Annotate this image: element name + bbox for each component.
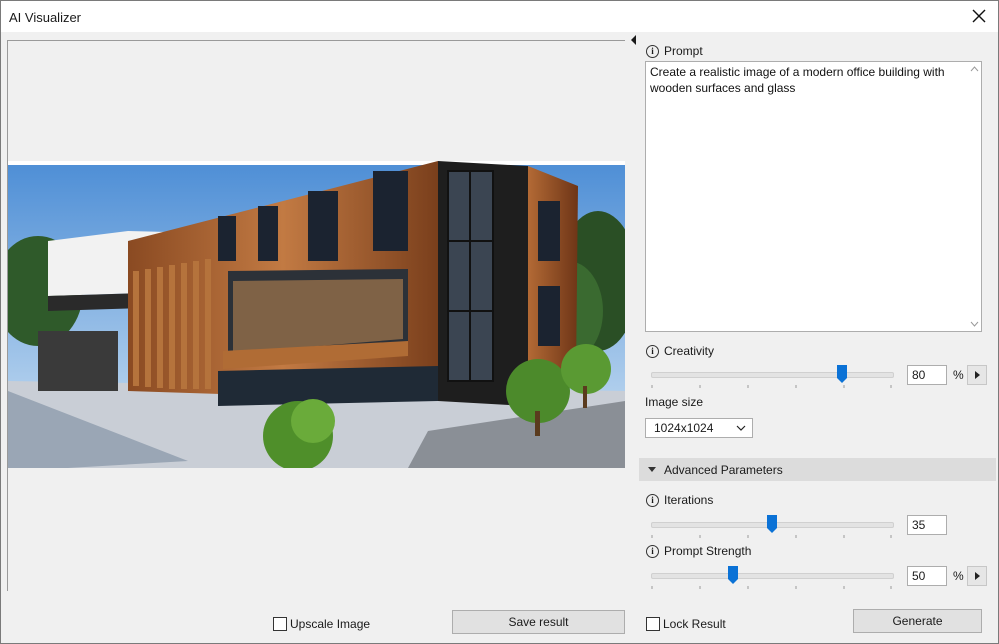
- advanced-parameters-label: Advanced Parameters: [664, 463, 783, 477]
- creativity-step-right-icon[interactable]: [967, 365, 987, 385]
- save-result-button[interactable]: Save result: [452, 610, 625, 634]
- prompt-strength-value-input[interactable]: 50: [907, 566, 947, 586]
- upscale-checkbox[interactable]: [273, 617, 287, 631]
- image-size-value: 1024x1024: [654, 421, 714, 435]
- ai-visualizer-window: AI Visualizer Upscale Image Save result …: [0, 0, 999, 644]
- image-size-label: Image size: [645, 395, 704, 409]
- info-icon[interactable]: i: [646, 494, 659, 507]
- prompt-input[interactable]: Create a realistic image of a modern off…: [645, 61, 982, 332]
- close-icon[interactable]: [969, 6, 989, 26]
- preview-panel: Upscale Image Save result: [1, 32, 632, 643]
- iterations-value-input[interactable]: 35: [907, 515, 947, 535]
- window-title: AI Visualizer: [9, 10, 82, 25]
- expand-triangle-icon: [648, 467, 656, 472]
- info-icon[interactable]: i: [646, 545, 659, 558]
- lock-result-label: Lock Result: [663, 617, 726, 631]
- prompt-strength-slider-track[interactable]: [651, 573, 894, 579]
- upscale-label: Upscale Image: [290, 617, 371, 631]
- chevron-down-icon: [736, 425, 746, 431]
- prompt-strength-ticks: [651, 586, 892, 589]
- generate-button[interactable]: Generate: [853, 609, 982, 633]
- title-bar: AI Visualizer: [1, 1, 998, 32]
- iterations-label: Iterations: [664, 493, 714, 507]
- creativity-ticks: [651, 385, 892, 388]
- collapse-arrow-icon[interactable]: [631, 35, 636, 45]
- creativity-label: Creativity: [664, 344, 715, 358]
- info-icon[interactable]: i: [646, 45, 659, 58]
- settings-panel: i Prompt Create a realistic image of a m…: [637, 32, 998, 643]
- lock-result-checkbox[interactable]: [646, 617, 660, 631]
- creativity-slider-thumb[interactable]: [837, 365, 847, 383]
- advanced-parameters-header[interactable]: Advanced Parameters: [639, 458, 996, 481]
- image-size-select[interactable]: 1024x1024: [645, 418, 753, 438]
- prompt-strength-unit: %: [953, 569, 964, 583]
- info-icon[interactable]: i: [646, 345, 659, 358]
- prompt-strength-slider-thumb[interactable]: [728, 566, 738, 584]
- iterations-ticks: [651, 535, 892, 538]
- prompt-label: Prompt: [664, 44, 703, 58]
- generated-image: [8, 161, 625, 468]
- creativity-unit: %: [953, 368, 964, 382]
- prompt-scrollbar[interactable]: [968, 62, 981, 331]
- prompt-strength-label: Prompt Strength: [664, 544, 752, 558]
- prompt-strength-step-right-icon[interactable]: [967, 566, 987, 586]
- iterations-slider-thumb[interactable]: [767, 515, 777, 533]
- image-viewport: [7, 40, 625, 591]
- creativity-value-input[interactable]: 80: [907, 365, 947, 385]
- creativity-slider-track[interactable]: [651, 372, 894, 378]
